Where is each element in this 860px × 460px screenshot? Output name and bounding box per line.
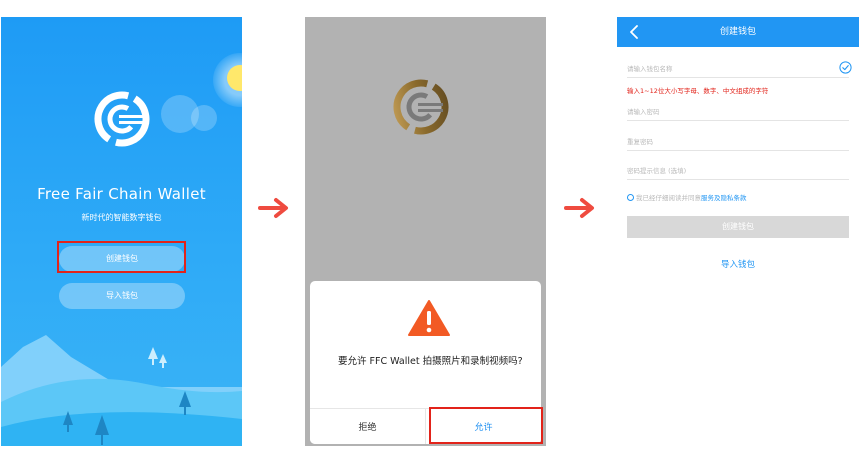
import-wallet-link[interactable]: 导入钱包 xyxy=(617,258,859,270)
password-field[interactable]: 请输入密码 xyxy=(627,99,849,121)
wallet-name-hint: 输入1~12位大小写字母、数字、中文组成的字符 xyxy=(627,87,769,95)
highlight-allow-box xyxy=(429,407,543,444)
highlight-create-box xyxy=(57,241,186,273)
check-circle-icon xyxy=(839,61,852,74)
create-wallet-submit-button[interactable]: 创建钱包 xyxy=(627,216,849,238)
app-logo-icon xyxy=(393,79,449,135)
repeat-password-field[interactable]: 重复密码 xyxy=(627,129,849,151)
bubble-small xyxy=(191,105,217,131)
app-logo-icon xyxy=(94,91,150,147)
import-wallet-button[interactable]: 导入钱包 xyxy=(59,283,185,309)
welcome-screen: Free Fair Chain Wallet 新时代的智能数字钱包 创建钱包 导… xyxy=(1,17,242,446)
repeat-password-placeholder: 重复密码 xyxy=(627,138,653,146)
arrow-right-icon xyxy=(564,198,594,218)
app-title: Free Fair Chain Wallet xyxy=(37,185,206,203)
terms-link[interactable]: 服务及隐私条款 xyxy=(701,192,747,202)
wallet-name-placeholder: 请输入钱包名称 xyxy=(627,65,673,73)
agree-text: 我已经仔细阅读并同意 xyxy=(636,194,701,202)
warning-icon xyxy=(408,300,450,336)
nav-bar: 创建钱包 xyxy=(617,17,859,47)
deny-button[interactable]: 拒绝 xyxy=(310,409,426,444)
password-hint-placeholder: 密码提示信息 (选填) xyxy=(627,167,687,175)
agree-radio[interactable] xyxy=(627,193,634,201)
permission-message: 要允许 FFC Wallet 拍摄照片和录制视频吗? xyxy=(338,356,523,367)
page-title: 创建钱包 xyxy=(719,27,756,37)
create-wallet-screen: 创建钱包 请输入钱包名称 输入1~12位大小写字母、数字、中文组成的字符 请输入… xyxy=(617,17,859,446)
password-placeholder: 请输入密码 xyxy=(627,108,660,116)
back-chevron-icon[interactable] xyxy=(627,24,641,40)
hills-illustration xyxy=(1,335,242,446)
terms-agreement: 我已经仔细阅读并同意 服务及隐私条款 xyxy=(627,191,747,203)
permission-screen: 要允许 FFC Wallet 拍摄照片和录制视频吗? 拒绝 允许 xyxy=(305,17,546,446)
arrow-right-icon xyxy=(258,198,288,218)
password-hint-field[interactable]: 密码提示信息 (选填) xyxy=(627,158,849,180)
tutorial-stage: Free Fair Chain Wallet 新时代的智能数字钱包 创建钱包 导… xyxy=(0,0,860,460)
wallet-name-field[interactable]: 请输入钱包名称 xyxy=(627,56,852,78)
app-subtitle: 新时代的智能数字钱包 xyxy=(81,213,162,222)
